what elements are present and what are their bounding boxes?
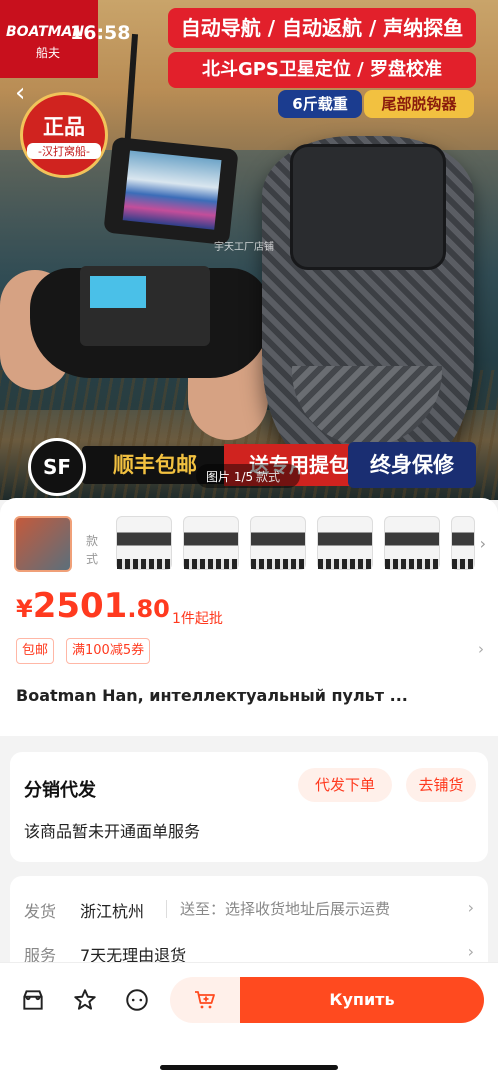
back-arrow-icon[interactable]: ‹ xyxy=(15,78,25,108)
chevron-right-icon: › xyxy=(467,942,474,961)
feature-tag-2: 北斗GPS卫星定位 / 罗盘校准 xyxy=(168,52,476,88)
image-indicator[interactable]: 图片 1/5 款式 xyxy=(196,464,300,488)
brand-logo-cn: 船夫 xyxy=(36,46,61,60)
chevron-right-icon[interactable]: › xyxy=(478,640,484,658)
chevron-right-icon: › xyxy=(467,898,474,917)
price-decimal: .80 xyxy=(127,595,170,623)
variant-thumb-2[interactable] xyxy=(116,516,172,570)
add-to-cart-button[interactable] xyxy=(170,977,240,1023)
bottom-action-bar: Купить xyxy=(0,962,498,1081)
style-label: 款式 xyxy=(86,534,99,566)
shipping-destination: 送至：选择收货地址后展示运费 xyxy=(180,900,391,918)
variant-thumb-6[interactable] xyxy=(384,516,440,570)
feature-tag-1: 自动导航 / 自动返航 / 声纳探鱼 xyxy=(168,8,476,48)
variant-thumbnails: 款式 xyxy=(14,516,484,572)
seal-sub: -汉打窝船- xyxy=(27,143,101,159)
product-card: 款式 › ¥2501.80 1件起批 包邮 满100减5券 › Boatman … xyxy=(0,498,498,736)
bait-boat xyxy=(262,136,474,466)
shipping-origin: 浙江杭州 xyxy=(80,902,145,921)
chat-icon[interactable] xyxy=(124,987,150,1013)
chip-coupon[interactable]: 满100减5券 xyxy=(66,638,151,664)
buy-button[interactable]: Купить xyxy=(240,977,484,1023)
chevron-right-icon[interactable]: › xyxy=(480,534,486,553)
seal-main: 正品 xyxy=(43,115,85,139)
variant-thumb-7[interactable] xyxy=(451,516,475,570)
store-icon[interactable] xyxy=(20,987,46,1013)
product-image[interactable]: BOATMAN 船夫 16:58 4G ‹ 正品 -汉打窝船- 自动导航 / 自… xyxy=(0,0,498,500)
banner-warranty: 终身保修 xyxy=(348,442,476,488)
variant-thumb-5[interactable] xyxy=(317,516,373,570)
remote-controller xyxy=(30,266,270,378)
shipping-key: 发货 xyxy=(24,902,57,921)
sf-logo: SF xyxy=(28,438,86,496)
stock-button[interactable]: 去铺货 xyxy=(406,768,476,802)
home-indicator xyxy=(160,1065,338,1070)
divider xyxy=(166,900,167,918)
watermark: 宇天工厂店铺 xyxy=(214,242,274,253)
variant-thumb-1[interactable] xyxy=(14,516,72,572)
min-order: 1件起批 xyxy=(172,611,223,627)
image-counter: 图片 1/5 xyxy=(206,470,254,484)
status-time: 16:58 xyxy=(70,22,131,44)
shipping-row[interactable]: 发货 浙江杭州 送至：选择收货地址后展示运费 › xyxy=(24,894,474,924)
dropship-button[interactable]: 代发下单 xyxy=(298,768,392,802)
hook-tag: 尾部脱钩器 xyxy=(364,90,474,118)
antenna xyxy=(123,33,139,151)
product-title[interactable]: Boatman Han, интеллектуальный пульт ... xyxy=(16,686,408,705)
chip-free-shipping[interactable]: 包邮 xyxy=(16,638,55,664)
weight-tag: 6斤载重 xyxy=(278,90,362,118)
distribution-note: 该商品暂未开通面单服务 xyxy=(24,822,201,841)
variant-thumb-3[interactable] xyxy=(183,516,239,570)
price-integer: 2501 xyxy=(32,586,128,626)
star-icon[interactable] xyxy=(72,987,98,1013)
distribution-heading: 分销代发 xyxy=(24,780,96,801)
sonar-monitor xyxy=(103,136,239,246)
style-tab[interactable]: 款式 xyxy=(256,468,280,485)
price-currency: ¥ xyxy=(16,595,33,623)
price: ¥2501.80 xyxy=(16,586,170,626)
cart-plus-icon xyxy=(195,991,215,1009)
authentic-seal: 正品 -汉打窝船- xyxy=(20,92,108,178)
variant-thumb-4[interactable] xyxy=(250,516,306,570)
distribution-section: 分销代发 代发下单 去铺货 该商品暂未开通面单服务 xyxy=(10,752,488,862)
